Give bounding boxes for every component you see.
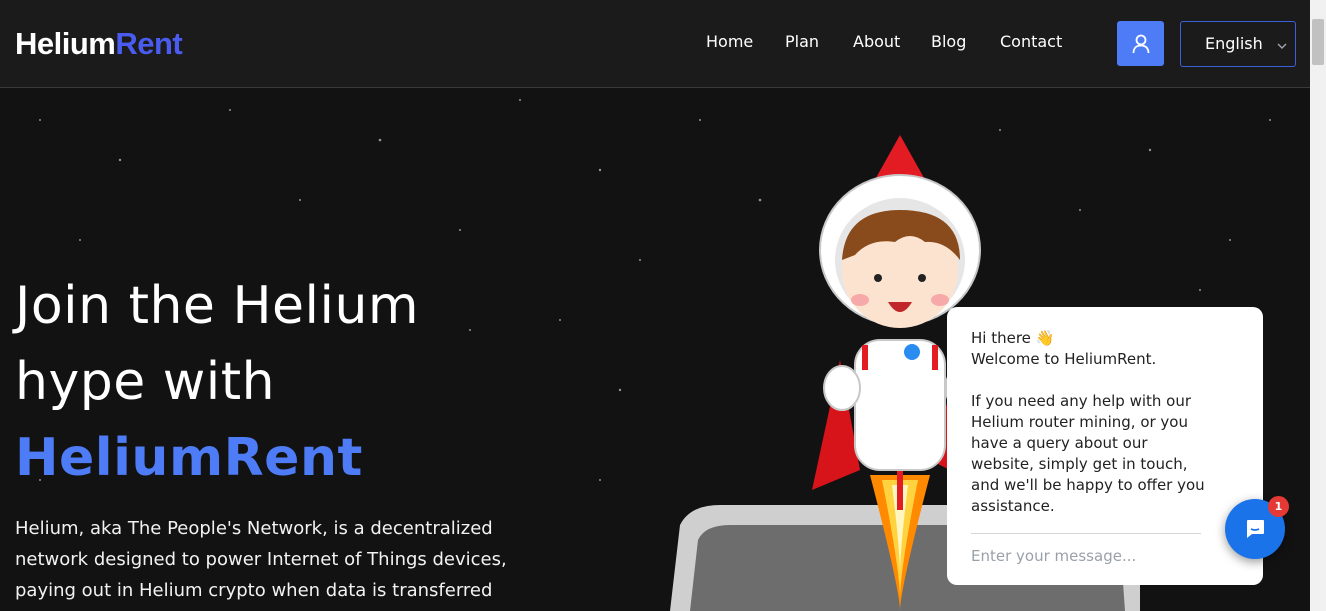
chat-unread-badge: 1 [1268,496,1289,517]
chat-bubble-icon [1247,520,1264,538]
chat-message: Hi there 👋 Welcome to HeliumRent. If you… [971,328,1211,517]
language-select-value: English [1205,34,1263,53]
chevron-down-icon [1277,35,1287,54]
language-select[interactable]: English [1180,21,1296,67]
chat-message-input[interactable] [971,547,1201,565]
user-account-button[interactable] [1117,21,1164,66]
user-icon [1132,34,1149,53]
hero-title: Join the Helium hype with HeliumRent [15,268,419,496]
chat-popup: Hi there 👋 Welcome to HeliumRent. If you… [947,307,1263,585]
logo-part-rent: Rent [115,26,183,61]
nav-contact[interactable]: Contact [1000,32,1062,51]
hero-title-line2: hype with [15,352,276,412]
top-navbar: HeliumRent Home Plan About Blog Contact … [0,0,1310,88]
chat-divider [971,533,1201,534]
chat-greeting: Hi there 👋 [971,329,1055,347]
hero-title-brand: HeliumRent [15,428,363,488]
logo-part-helium: Helium [15,26,116,61]
brand-logo[interactable]: HeliumRent [15,26,183,62]
nav-home[interactable]: Home [706,32,753,51]
nav-plan[interactable]: Plan [785,32,819,51]
nav-about[interactable]: About [853,32,900,51]
scrollbar-thumb[interactable] [1312,19,1324,65]
chat-welcome-text: Welcome to HeliumRent. If you need any h… [971,350,1205,515]
hero-title-line1: Join the Helium [15,276,420,336]
nav-blog[interactable]: Blog [931,32,966,51]
hero-description: Helium, aka The People's Network, is a d… [15,518,507,601]
page-scrollbar[interactable] [1310,0,1326,611]
